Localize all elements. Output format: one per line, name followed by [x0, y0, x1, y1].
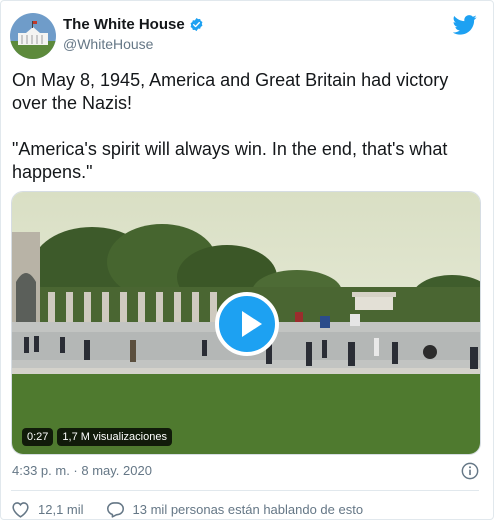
comment-icon	[106, 502, 124, 518]
account-handle[interactable]: @WhiteHouse	[63, 36, 153, 52]
talking-count: 13 mil personas están hablando de esto	[132, 502, 364, 517]
tweet-text: On May 8, 1945, America and Great Britai…	[12, 69, 487, 184]
white-house-avatar-image	[10, 13, 56, 59]
tweet-actions: 12,1 mil 13 mil personas están hablando …	[11, 501, 363, 518]
like-button[interactable]: 12,1 mil	[11, 501, 84, 518]
tweet-text-line2: "America's spirit will always win. In th…	[12, 139, 448, 182]
twitter-bird-icon[interactable]	[453, 15, 477, 35]
divider	[11, 490, 479, 491]
tweet-timestamp[interactable]: 4:33 p. m. · 8 may. 2020	[12, 463, 152, 478]
play-button[interactable]	[215, 292, 279, 356]
info-icon[interactable]	[461, 462, 479, 480]
video-views: 1,7 M visualizaciones	[57, 428, 172, 446]
like-count: 12,1 mil	[38, 502, 84, 517]
avatar[interactable]	[10, 13, 56, 59]
account-name-row[interactable]: The White House	[63, 16, 204, 33]
video-player[interactable]: 0:27 1,7 M visualizaciones	[11, 191, 481, 455]
heart-icon	[12, 502, 29, 518]
tweet-text-line1: On May 8, 1945, America and Great Britai…	[12, 70, 449, 113]
verified-badge-icon	[190, 17, 203, 32]
tweet-card: The White House @WhiteHouse On May 8, 19…	[0, 0, 494, 520]
conversation-link[interactable]: 13 mil personas están hablando de esto	[106, 501, 364, 518]
video-duration: 0:27	[22, 428, 54, 446]
video-badges: 0:27 1,7 M visualizaciones	[22, 428, 172, 446]
account-name[interactable]: The White House	[63, 16, 185, 33]
